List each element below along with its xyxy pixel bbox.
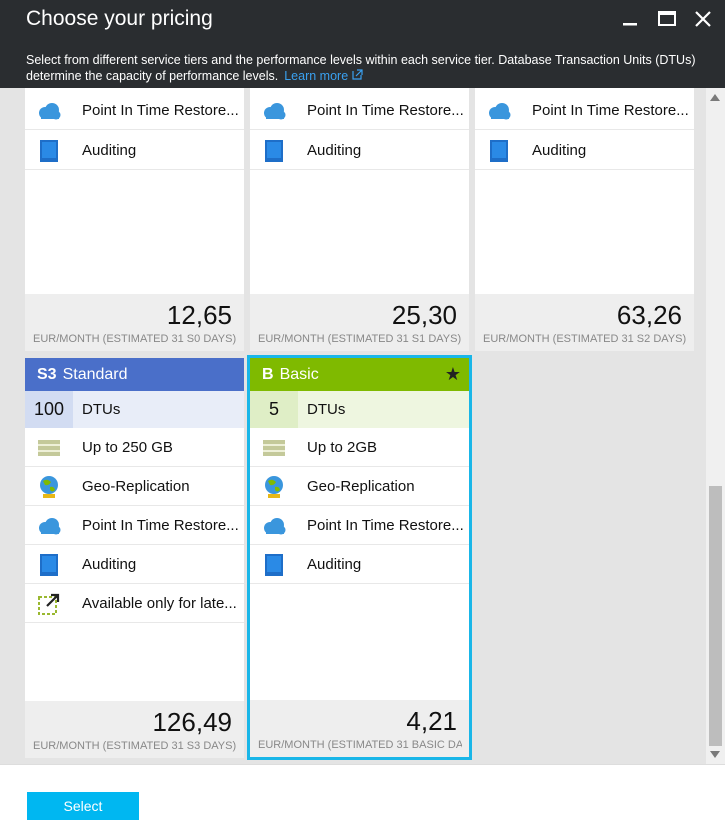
external-link-icon [38, 593, 60, 615]
feature-label: Point In Time Restore... [82, 517, 239, 534]
feature-row-pitr: Point In Time Restore... [25, 506, 244, 545]
blade-footer: Select [0, 764, 725, 840]
recommended-star-icon: ★ [444, 364, 461, 384]
tier-header: S3 Standard [25, 358, 244, 391]
tier-code: B [262, 366, 274, 383]
feature-row-geo: Geo-Replication [25, 467, 244, 506]
price-panel: 12,65 EUR/MONTH (ESTIMATED 31 S0 DAYS) [25, 294, 244, 351]
dtu-value: 100 [25, 391, 73, 428]
feature-label: Point In Time Restore... [82, 102, 239, 119]
feature-label: Geo-Replication [307, 478, 415, 495]
tier-card-s3[interactable]: S3 Standard 100 DTUs Up to 250 GB Geo-Rep… [25, 358, 244, 758]
price-estimate: EUR/MONTH (ESTIMATED 31 S3 DAYS) [33, 740, 237, 752]
feature-row-auditing: Auditing [250, 131, 469, 170]
dtu-label: DTUs [82, 401, 121, 418]
tier-name: Basic [279, 366, 319, 383]
price-amount: 4,21 [406, 706, 457, 736]
feature-row-storage: Up to 2GB [250, 428, 469, 467]
feature-label: Auditing [307, 556, 362, 573]
feature-label: Point In Time Restore... [307, 102, 464, 119]
dtu-value: 5 [250, 391, 298, 428]
book-icon [265, 554, 283, 576]
learn-more-label: Learn more [284, 69, 349, 83]
feature-label: Auditing [532, 142, 587, 159]
price-amount: 25,30 [391, 300, 457, 330]
cloud-icon [264, 103, 286, 120]
scroll-thumb[interactable] [709, 486, 722, 746]
feature-row-geo: Geo-Replication [250, 467, 469, 506]
blade-title: Choose your pricing [26, 7, 213, 30]
minimize-icon[interactable] [619, 8, 641, 30]
feature-label: Auditing [307, 142, 362, 159]
price-estimate: EUR/MONTH (ESTIMATED 31 BASIC DAYS) [258, 739, 462, 751]
feature-row-auditing: Auditing [475, 131, 694, 170]
feature-label: Point In Time Restore... [307, 517, 464, 534]
feature-row-auditing: Auditing [25, 545, 244, 584]
feature-row-pitr: Point In Time Restore... [250, 506, 469, 545]
close-icon[interactable] [692, 8, 714, 30]
tier-code: S3 [37, 366, 57, 383]
blade-header: Choose your pricing Select from differen… [0, 0, 725, 88]
tier-card-s1[interactable]: Point In Time Restore... Auditing 25,30 … [250, 88, 469, 351]
price-estimate: EUR/MONTH (ESTIMATED 31 S1 DAYS) [258, 333, 462, 345]
feature-row-pitr: Point In Time Restore... [25, 91, 244, 130]
external-link-icon [352, 69, 363, 80]
feature-row-preview: Available only for late... [25, 584, 244, 623]
tier-name: Standard [62, 366, 128, 383]
scroll-up-icon[interactable] [710, 94, 720, 101]
feature-row-storage: Up to 250 GB [25, 428, 244, 467]
globe-icon [40, 476, 58, 498]
tier-card-s0[interactable]: Point In Time Restore... Auditing 12,65 … [25, 88, 244, 351]
cloud-icon [264, 518, 286, 535]
book-icon [40, 554, 58, 576]
price-amount: 63,26 [616, 300, 682, 330]
feature-row-pitr: Point In Time Restore... [250, 91, 469, 130]
learn-more-link[interactable]: Learn more [284, 69, 363, 83]
feature-label: Available only for late... [82, 595, 237, 612]
globe-icon [265, 476, 283, 498]
price-panel: 25,30 EUR/MONTH (ESTIMATED 31 S1 DAYS) [250, 294, 469, 351]
select-button[interactable]: Select [27, 792, 139, 820]
price-amount: 12,65 [166, 300, 232, 330]
price-panel: 126,49 EUR/MONTH (ESTIMATED 31 S3 DAYS) [25, 701, 244, 758]
storage-icon [38, 440, 60, 456]
book-icon [265, 140, 283, 162]
tier-card-s2[interactable]: Point In Time Restore... Auditing 63,26 … [475, 88, 694, 351]
feature-label: Up to 250 GB [82, 439, 173, 456]
vertical-scrollbar[interactable] [706, 88, 725, 764]
cloud-icon [489, 103, 511, 120]
price-amount: 126,49 [152, 707, 232, 737]
feature-row-auditing: Auditing [25, 131, 244, 170]
feature-row-pitr: Point In Time Restore... [475, 91, 694, 130]
feature-label: Geo-Replication [82, 478, 190, 495]
price-estimate: EUR/MONTH (ESTIMATED 31 S0 DAYS) [33, 333, 237, 345]
book-icon [40, 140, 58, 162]
book-icon [490, 140, 508, 162]
storage-icon [263, 440, 285, 456]
feature-label: Up to 2GB [307, 439, 378, 456]
cloud-icon [39, 103, 61, 120]
blade-description: Select from different service tiers and … [26, 52, 706, 84]
maximize-icon[interactable] [656, 8, 678, 30]
dtu-label: DTUs [307, 401, 346, 418]
price-panel: 4,21 EUR/MONTH (ESTIMATED 31 BASIC DAYS) [250, 700, 469, 757]
feature-label: Auditing [82, 142, 137, 159]
price-estimate: EUR/MONTH (ESTIMATED 31 S2 DAYS) [483, 333, 687, 345]
dtu-row: 5 DTUs [250, 391, 469, 428]
tier-card-basic[interactable]: B Basic ★ 5 DTUs Up to 2GB Geo-Replicatio… [247, 355, 472, 760]
pricing-tiers-area: Point In Time Restore... Auditing 12,65 … [0, 88, 725, 764]
cloud-icon [39, 518, 61, 535]
feature-label: Point In Time Restore... [532, 102, 689, 119]
dtu-row: 100 DTUs [25, 391, 244, 428]
scroll-down-icon[interactable] [710, 751, 720, 758]
price-panel: 63,26 EUR/MONTH (ESTIMATED 31 S2 DAYS) [475, 294, 694, 351]
feature-row-auditing: Auditing [250, 545, 469, 584]
tier-header: B Basic ★ [250, 358, 469, 391]
feature-label: Auditing [82, 556, 137, 573]
